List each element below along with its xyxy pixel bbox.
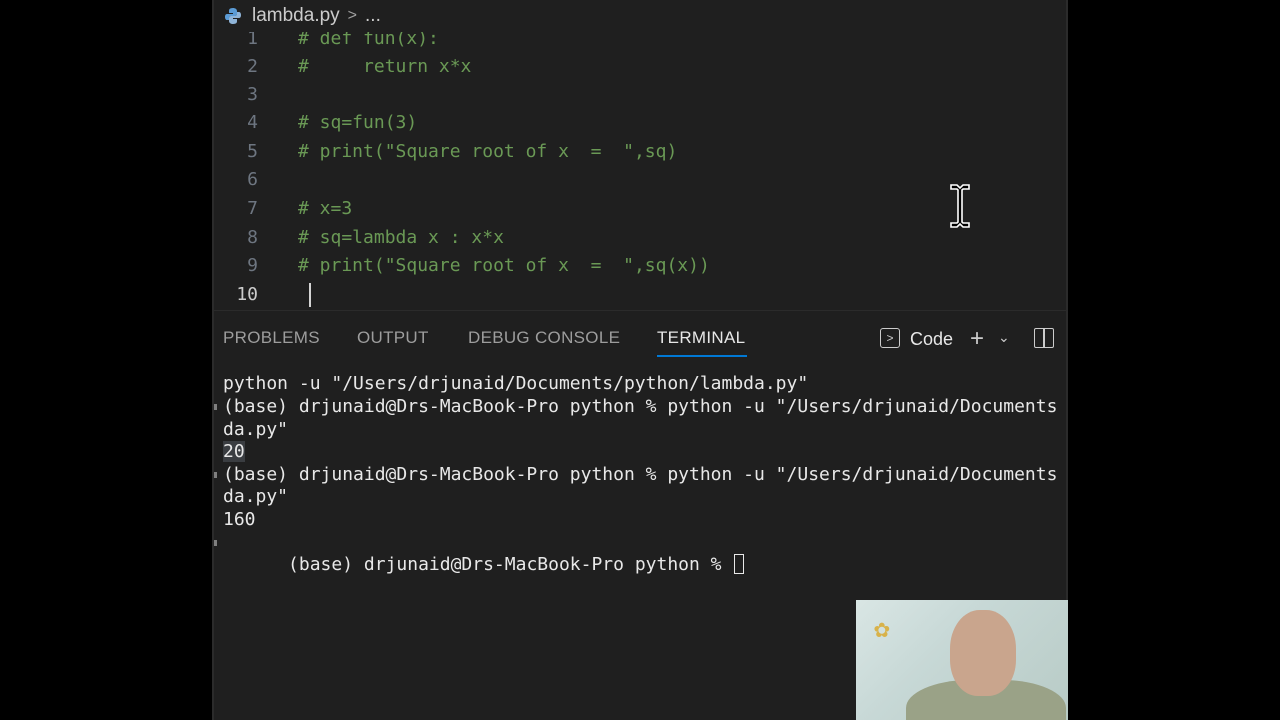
terminal-cursor [734, 554, 745, 574]
terminal-line: (base) drjunaid@Drs-MacBook-Pro python %… [223, 396, 1058, 417]
python-file-icon [225, 8, 241, 24]
active-tab-indicator [657, 355, 747, 357]
ibeam-cursor-icon [950, 184, 970, 228]
chevron-down-icon[interactable]: ⌄ [998, 329, 1010, 346]
tab-problems[interactable]: PROBLEMS [223, 328, 320, 348]
terminal-line: da.py" [223, 486, 289, 507]
terminal-profile-label[interactable]: Code [910, 329, 953, 350]
tab-terminal[interactable]: TERMINAL [657, 328, 745, 348]
panel-tabbar: PROBLEMS OUTPUT DEBUG CONSOLE TERMINAL >… [214, 318, 1066, 360]
line-number: 9 [247, 254, 258, 276]
presenter-face [950, 610, 1016, 696]
code-line[interactable]: 7 # x=3 [214, 194, 1066, 222]
terminal-line-selected: 20 [223, 441, 245, 462]
webcam-overlay: ✿ [856, 600, 1068, 720]
code-line[interactable]: 3 [214, 80, 1066, 108]
code-text: # sq=lambda x : x*x [298, 226, 504, 248]
code-text: # return x*x [298, 55, 472, 77]
line-number: 6 [247, 168, 258, 190]
code-line[interactable]: 6 [214, 165, 1066, 193]
command-decoration [214, 472, 217, 478]
code-line[interactable]: 8 # sq=lambda x : x*x [214, 223, 1066, 251]
line-number: 4 [247, 111, 258, 133]
terminal-prompt: (base) drjunaid@Drs-MacBook-Pro python % [288, 554, 733, 575]
code-line[interactable]: 4 # sq=fun(3) [214, 108, 1066, 136]
command-decoration [214, 404, 217, 410]
code-line[interactable]: 5 # print("Square root of x = ",sq) [214, 137, 1066, 165]
terminal-line: python -u "/Users/drjunaid/Documents/pyt… [223, 373, 809, 394]
tab-debug-console[interactable]: DEBUG CONSOLE [468, 328, 620, 348]
code-editor[interactable]: 1 # def fun(x): 2 # return x*x 3 4 # sq=… [214, 22, 1066, 312]
line-number: 8 [247, 226, 258, 248]
terminal-line: 160 [223, 509, 256, 530]
command-decoration [214, 540, 217, 546]
line-number: 10 [236, 283, 258, 305]
line-number: 2 [247, 55, 258, 77]
code-line-active[interactable]: 10 [214, 280, 1066, 308]
tab-output[interactable]: OUTPUT [357, 328, 429, 348]
terminal-icon[interactable]: > [880, 328, 900, 348]
line-number: 5 [247, 140, 258, 162]
terminal-line: da.py" [223, 419, 289, 440]
terminal-line: (base) drjunaid@Drs-MacBook-Pro python %… [223, 464, 1058, 485]
code-line[interactable]: 9 # print("Square root of x = ",sq(x)) [214, 251, 1066, 279]
breadcrumb-more[interactable]: ... [365, 5, 381, 27]
line-number: 7 [247, 197, 258, 219]
breadcrumb: lambda.py > ... [214, 0, 1066, 32]
terminal-actions: > Code + ⌄ [866, 324, 1066, 354]
code-text: # print("Square root of x = ",sq) [298, 140, 678, 162]
code-text: # print("Square root of x = ",sq(x)) [298, 254, 710, 276]
code-line[interactable]: 2 # return x*x [214, 52, 1066, 80]
butterfly-decoration: ✿ [874, 614, 890, 644]
plus-icon[interactable]: + [970, 325, 984, 353]
panel-divider[interactable] [214, 310, 1066, 311]
breadcrumb-separator: > [347, 7, 358, 24]
breadcrumb-file[interactable]: lambda.py [252, 5, 340, 27]
code-text: # x=3 [298, 197, 353, 219]
line-number: 3 [247, 83, 258, 105]
text-caret [309, 283, 311, 307]
split-panel-icon[interactable] [1034, 328, 1054, 348]
code-text: # sq=fun(3) [298, 111, 418, 133]
